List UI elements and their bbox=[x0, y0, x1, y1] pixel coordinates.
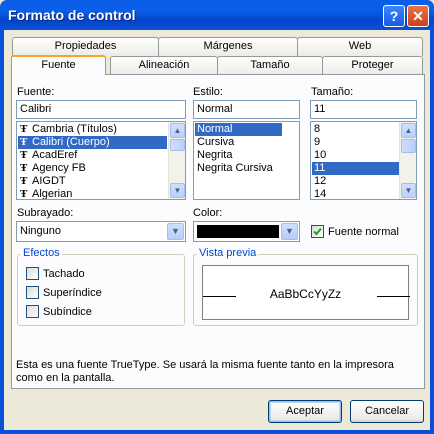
size-list-item[interactable]: 8 bbox=[312, 123, 399, 136]
subscript-checkbox[interactable] bbox=[26, 305, 39, 318]
style-list-item[interactable]: Negrita Cursiva bbox=[195, 162, 282, 175]
chevron-down-icon[interactable]: ▼ bbox=[167, 223, 184, 240]
truetype-icon: Ŧ bbox=[20, 123, 28, 135]
scroll-thumb[interactable] bbox=[401, 139, 416, 153]
normal-font-checkbox[interactable] bbox=[311, 225, 324, 238]
font-list-item[interactable]: Ŧ Agency FB bbox=[18, 162, 167, 175]
font-list-item[interactable]: Ŧ AIGDT bbox=[18, 175, 167, 188]
superscript-label[interactable]: Superíndice bbox=[43, 287, 102, 299]
info-text: Esta es una fuente TrueType. Se usará la… bbox=[16, 359, 394, 384]
underline-select[interactable]: Ninguno ▼ bbox=[16, 221, 186, 242]
size-input[interactable]: 11 bbox=[310, 100, 417, 119]
truetype-icon: Ŧ bbox=[20, 188, 28, 200]
size-list-item-selected[interactable]: 11 bbox=[312, 162, 399, 175]
window-frame-left bbox=[0, 30, 4, 434]
color-swatch bbox=[197, 225, 279, 238]
tab-web[interactable]: Web bbox=[297, 37, 423, 56]
truetype-icon: Ŧ bbox=[20, 149, 28, 161]
tab-margenes[interactable]: Márgenes bbox=[158, 37, 298, 56]
font-list-item[interactable]: Ŧ Cambria (Títulos) bbox=[18, 123, 167, 136]
font-list[interactable]: Ŧ Cambria (Títulos) Ŧ Calibri (Cuerpo) Ŧ Ac… bbox=[16, 121, 186, 200]
normal-font-label[interactable]: Fuente normal bbox=[328, 226, 399, 238]
tab-proteger[interactable]: Proteger bbox=[322, 56, 423, 75]
underline-value: Ninguno bbox=[20, 225, 61, 237]
style-list-item[interactable]: Cursiva bbox=[195, 136, 282, 149]
tab-tamano[interactable]: Tamaño bbox=[217, 56, 323, 75]
size-list-item[interactable]: 10 bbox=[312, 149, 399, 162]
style-list-item-selected[interactable]: Normal bbox=[195, 123, 282, 136]
tab-alineacion[interactable]: Alineación bbox=[110, 56, 218, 75]
cancel-button[interactable]: Cancelar bbox=[350, 400, 424, 423]
preview-sample: AaBbCcYyZz bbox=[269, 287, 342, 301]
ok-button[interactable]: Aceptar bbox=[268, 400, 342, 423]
truetype-icon: Ŧ bbox=[20, 136, 28, 148]
window-title: Formato de control bbox=[8, 7, 136, 23]
underline-label: Subrayado: bbox=[17, 207, 74, 219]
tab-fuente[interactable]: Fuente bbox=[11, 55, 106, 75]
font-input[interactable]: Calibri bbox=[16, 100, 186, 119]
window-frame-bottom bbox=[0, 430, 434, 434]
help-button[interactable]: ? bbox=[383, 5, 405, 27]
check-icon bbox=[313, 227, 322, 236]
scroll-down-icon[interactable]: ▼ bbox=[170, 183, 185, 198]
style-list[interactable]: Normal Cursiva Negrita Negrita Cursiva bbox=[193, 121, 300, 200]
font-list-item-selected[interactable]: Ŧ Calibri (Cuerpo) bbox=[18, 136, 167, 149]
scroll-up-icon[interactable]: ▲ bbox=[401, 123, 416, 138]
size-list-item[interactable]: 14 bbox=[312, 188, 399, 199]
strikethrough-label[interactable]: Tachado bbox=[43, 268, 85, 280]
scroll-thumb[interactable] bbox=[170, 139, 185, 151]
font-scrollbar[interactable]: ▲ ▼ bbox=[168, 122, 185, 199]
tab-propiedades[interactable]: Propiedades bbox=[12, 37, 159, 56]
size-label: Tamaño: bbox=[311, 86, 354, 98]
size-list-item[interactable]: 12 bbox=[312, 175, 399, 188]
color-select[interactable]: ▼ bbox=[193, 221, 300, 242]
window-frame-right bbox=[430, 30, 434, 434]
superscript-checkbox[interactable] bbox=[26, 286, 39, 299]
style-list-item[interactable]: Negrita bbox=[195, 149, 282, 162]
truetype-icon: Ŧ bbox=[20, 175, 28, 187]
color-label: Color: bbox=[193, 207, 223, 219]
subscript-label[interactable]: Subíndice bbox=[43, 306, 92, 318]
preview-legend: Vista previa bbox=[197, 247, 259, 259]
chevron-down-icon[interactable]: ▼ bbox=[281, 223, 298, 240]
truetype-icon: Ŧ bbox=[20, 162, 28, 174]
size-list[interactable]: 8 9 10 11 12 14 ▲ ▼ bbox=[310, 121, 417, 200]
scroll-up-icon[interactable]: ▲ bbox=[170, 123, 185, 138]
effects-legend: Efectos bbox=[21, 247, 62, 259]
close-button[interactable]: ✕ bbox=[407, 5, 429, 27]
size-scrollbar[interactable]: ▲ ▼ bbox=[399, 122, 416, 199]
preview-box: AaBbCcYyZz bbox=[202, 265, 410, 320]
font-label: Fuente: bbox=[17, 86, 55, 98]
style-input[interactable]: Normal bbox=[193, 100, 300, 119]
style-label: Estilo: bbox=[193, 86, 223, 98]
size-list-item[interactable]: 9 bbox=[312, 136, 399, 149]
strikethrough-checkbox[interactable] bbox=[26, 267, 39, 280]
font-list-item[interactable]: Ŧ Algerian bbox=[18, 188, 167, 200]
scroll-down-icon[interactable]: ▼ bbox=[401, 183, 416, 198]
font-list-item[interactable]: Ŧ AcadEref bbox=[18, 149, 167, 162]
